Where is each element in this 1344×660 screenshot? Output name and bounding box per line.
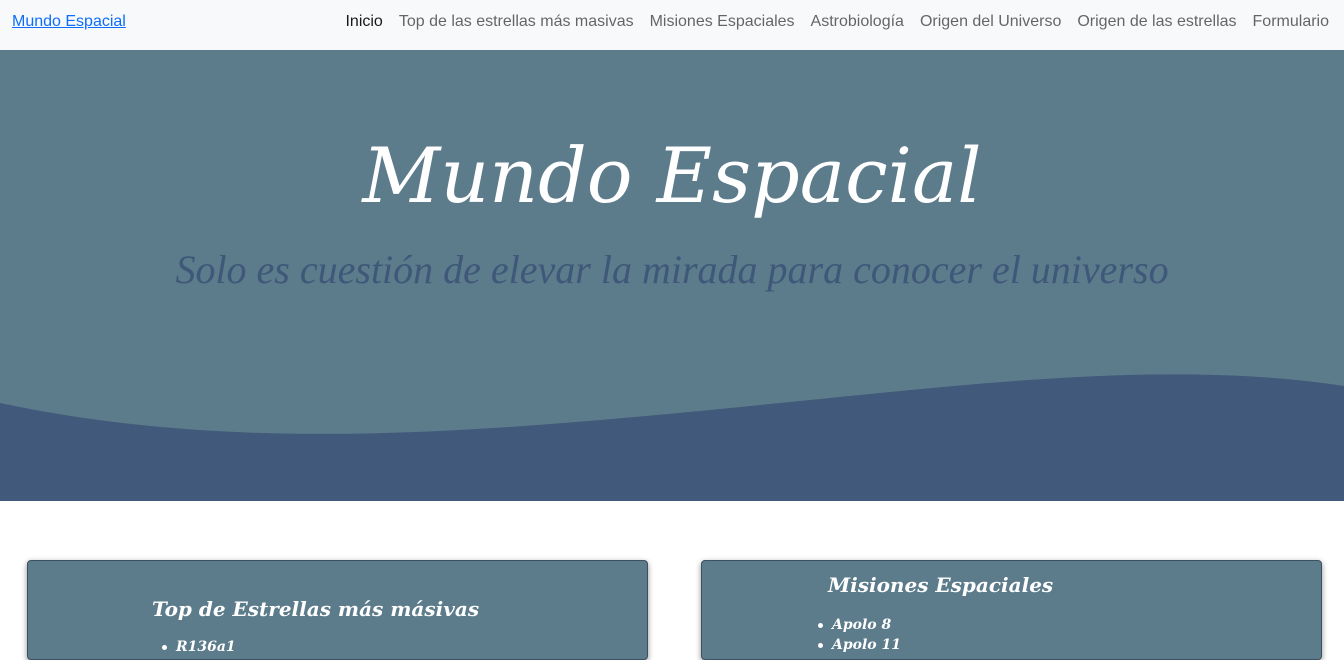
nav-link-origen-universo[interactable]: Origen del Universo [912,13,1069,31]
list-item: Apolo 8 [814,615,901,635]
card-misiones: Misiones Espaciales Apolo 8 Apolo 11 [701,560,1322,660]
nav-link-top-estrellas[interactable]: Top de las estrellas más masivas [391,13,642,31]
nav-links: Inicio Top de las estrellas más masivas … [337,13,1329,31]
hero-wave [0,374,1344,501]
hero-banner: Mundo Espacial Solo es cuestión de eleva… [0,50,1344,501]
nav-link-formulario[interactable]: Formulario [1245,13,1329,31]
nav-link-inicio[interactable]: Inicio [337,13,390,31]
card-misiones-list: Apolo 8 Apolo 11 [814,615,901,655]
list-item: R136a1 [158,637,236,657]
hero-title: Mundo Espacial [362,131,982,220]
list-item: Apolo 11 [814,635,901,655]
nav-link-origen-estrellas[interactable]: Origen de las estrellas [1069,13,1244,31]
navbar: Mundo Espacial Inicio Top de las estrell… [0,0,1344,50]
nav-link-astrobiologia[interactable]: Astrobiología [803,13,912,31]
card-top-estrellas: Top de Estrellas más másivas R136a1 [27,560,648,660]
nav-link-misiones[interactable]: Misiones Espaciales [642,13,803,31]
card-misiones-title: Misiones Espaciales [828,573,1054,597]
hero-subtitle: Solo es cuestión de elevar la mirada par… [175,247,1169,292]
hero-wave-shape [0,374,1344,501]
card-top-estrellas-title: Top de Estrellas más másivas [152,597,480,621]
card-top-estrellas-list: R136a1 [158,637,236,657]
brand-link[interactable]: Mundo Espacial [12,13,126,31]
